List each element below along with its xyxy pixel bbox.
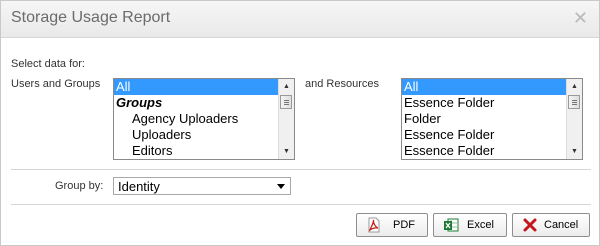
scroll-down-arrow-icon[interactable]: ▼ [279, 144, 294, 159]
cancel-button[interactable]: Cancel [512, 213, 590, 237]
pdf-button-label: PDF [393, 219, 415, 231]
group-by-value: Identity [118, 179, 160, 194]
excel-button[interactable]: Excel [433, 213, 507, 237]
excel-button-label: Excel [467, 219, 494, 231]
resources-list-item-all[interactable]: All [402, 79, 566, 95]
red-x-icon [523, 218, 537, 232]
scroll-up-arrow-icon[interactable]: ▲ [567, 79, 582, 94]
dialog-title: Storage Usage Report [11, 9, 171, 26]
users-groups-listbox[interactable]: All Groups Agency Uploaders Uploaders Ed… [113, 78, 295, 160]
scroll-up-arrow-icon[interactable]: ▲ [279, 79, 294, 94]
close-icon[interactable]: ✕ [573, 8, 588, 28]
resources-list-scrollbar[interactable]: ▲ ▼ [566, 79, 582, 159]
resources-list-item[interactable]: Essence Folder [402, 127, 566, 143]
divider [11, 169, 591, 170]
select-data-label: Select data for: [11, 58, 85, 70]
excel-file-icon [444, 218, 459, 232]
chevron-down-icon[interactable] [277, 184, 285, 189]
scroll-down-arrow-icon[interactable]: ▼ [567, 144, 582, 159]
resources-list-item[interactable]: Essence Folder [402, 143, 566, 159]
scroll-thumb[interactable] [568, 95, 580, 109]
scroll-thumb[interactable] [280, 95, 292, 109]
users-list-item-editors[interactable]: Editors [114, 143, 278, 159]
users-list-scrollbar[interactable]: ▲ ▼ [278, 79, 294, 159]
cancel-button-label: Cancel [544, 219, 579, 231]
users-list-item-uploaders[interactable]: Uploaders [114, 127, 278, 143]
group-by-label: Group by: [55, 180, 104, 192]
resources-list-item[interactable]: Essence Folder [402, 95, 566, 111]
pdf-file-icon [368, 217, 380, 233]
resources-listbox[interactable]: All Essence Folder Folder Essence Folder… [401, 78, 583, 160]
group-by-select[interactable]: Identity [113, 177, 291, 195]
users-and-groups-label: Users and Groups [11, 78, 101, 90]
users-list-group-header[interactable]: Groups [114, 95, 278, 111]
storage-usage-report-dialog: Storage Usage Report ✕ Select data for: … [0, 0, 600, 246]
users-list-item-all[interactable]: All [114, 79, 278, 95]
resources-list-item[interactable]: Folder [402, 111, 566, 127]
users-list-item-agency-uploaders[interactable]: Agency Uploaders [114, 111, 278, 127]
divider [11, 204, 591, 205]
dialog-titlebar: Storage Usage Report ✕ [1, 1, 599, 38]
pdf-button[interactable]: PDF [356, 213, 428, 237]
resources-label: and Resources [305, 78, 379, 90]
